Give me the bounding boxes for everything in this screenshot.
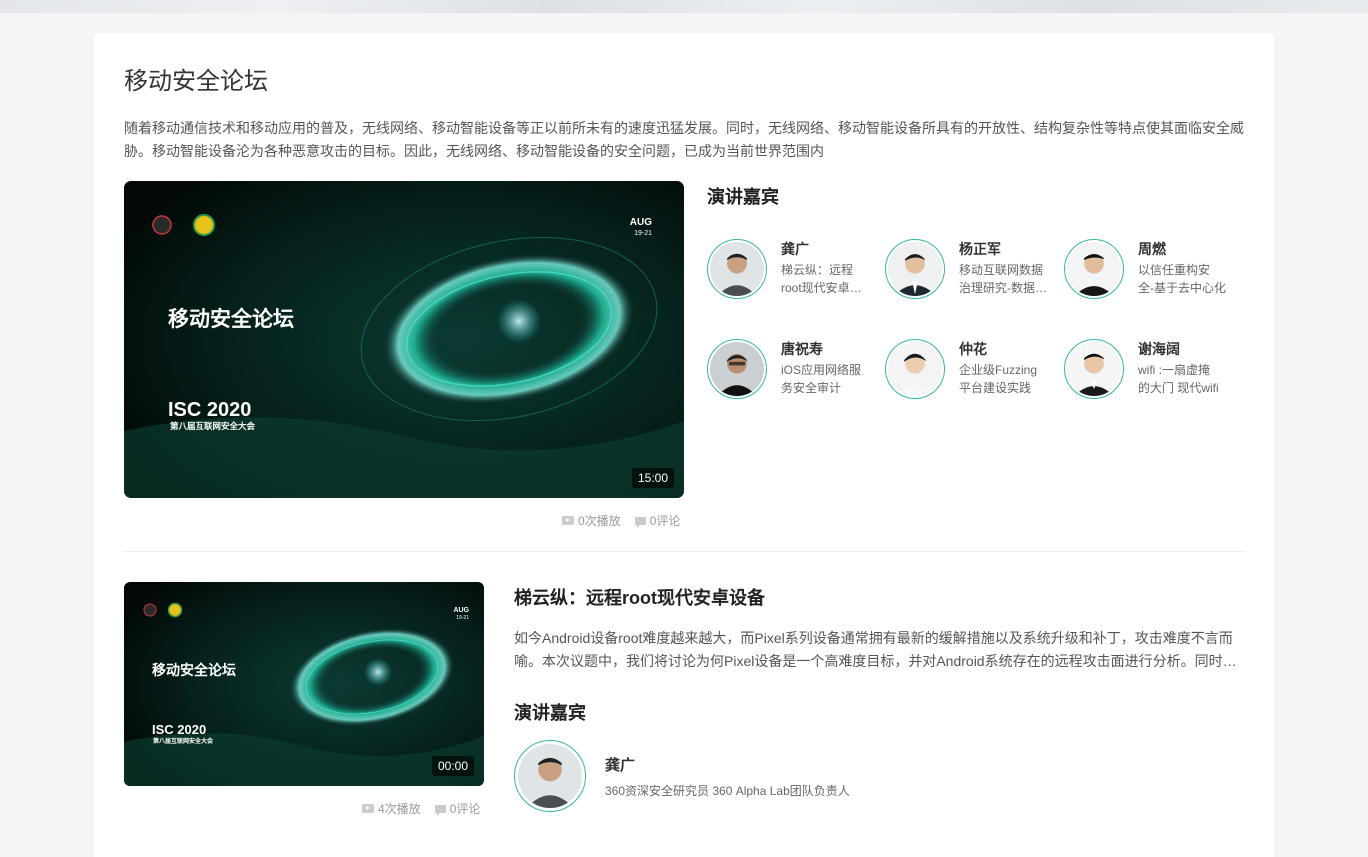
video-thumbnail: AUG 19-21 移动安全论坛 ISC 2020 第八届互联网安全大会 — [124, 181, 684, 498]
talk-speaker-card[interactable]: 龚广 360资深安全研究员 360 Alpha Lab团队负责人 — [514, 740, 1114, 812]
person-avatar-icon — [888, 242, 942, 296]
speaker-desc: 移动互联网数据治理研究-数据安全 — [959, 263, 1047, 295]
top-banner — [0, 0, 1368, 13]
speaker-name: 周燃 — [1138, 241, 1166, 257]
speaker-name: 仲花 — [959, 341, 987, 357]
comment-icon — [634, 516, 646, 528]
thumb-date-month: AUG — [453, 607, 469, 614]
person-avatar-icon — [518, 744, 582, 808]
thumb-date-days: 19-21 — [634, 230, 652, 237]
main-video-player[interactable]: AUG 19-21 移动安全论坛 ISC 2020 第八届互联网安全大会 15:… — [124, 181, 684, 498]
comment-count-label: 0评论 — [649, 514, 681, 528]
thumb-title: 移动安全论坛 — [152, 662, 236, 679]
thumb-title: 移动安全论坛 — [168, 307, 294, 331]
talk-video-stats: 4次播放 0评论 — [362, 800, 480, 817]
speaker-card[interactable]: 仲花 企业级Fuzzing 平台建设实践 — [885, 339, 1065, 401]
talk-description: 如今Android设备root难度越来越大，而Pixel系列设备通常拥有最新的缓… — [514, 630, 1244, 669]
talk-speakers-heading: 演讲嘉宾 — [514, 703, 586, 723]
avatar — [514, 740, 586, 812]
video-duration: 00:00 — [431, 756, 474, 776]
speaker-card[interactable]: 杨正军 移动互联网数据治理研究-数据安全 — [885, 239, 1065, 301]
comment-icon — [434, 804, 446, 816]
person-avatar-icon — [1067, 242, 1121, 296]
thumb-date-month: AUG — [630, 217, 652, 228]
speaker-card[interactable]: 龚广 梯云纵：远程 root现代安卓设备 — [707, 239, 887, 301]
video-thumbnail: AUG 19-21 移动安全论坛 ISC 2020 第八届互联网安全大会 — [124, 582, 484, 786]
avatar — [1064, 339, 1124, 399]
talk-video-player[interactable]: AUG 19-21 移动安全论坛 ISC 2020 第八届互联网安全大会 00:… — [124, 582, 484, 786]
thumb-event: ISC 2020 — [168, 399, 251, 421]
thumb-event-cn: 第八届互联网安全大会 — [152, 737, 214, 745]
speaker-name: 龚广 — [605, 757, 636, 774]
avatar — [707, 239, 767, 299]
thumb-event: ISC 2020 — [152, 722, 206, 737]
speaker-name: 唐祝寿 — [781, 341, 823, 357]
comment-count[interactable]: 0评论 — [434, 800, 481, 817]
speakers-heading: 演讲嘉宾 — [707, 187, 779, 207]
page-title: 移动安全论坛 — [124, 69, 268, 95]
speaker-desc: wifi :一扇虚掩 的大门 现代wifi — [1138, 363, 1219, 395]
avatar — [707, 339, 767, 399]
speaker-name: 谢海阔 — [1138, 341, 1180, 357]
comment-count-label: 0评论 — [449, 802, 481, 816]
play-count: 0次播放 — [562, 512, 621, 529]
speaker-desc: iOS应用网络服 务安全审计 — [781, 363, 862, 395]
speakers-grid: 龚广 梯云纵：远程root现代安卓设备 杨正军 移动互联网数据治理研究-数据安全… — [707, 239, 1247, 409]
video-duration: 15:00 — [631, 468, 674, 488]
speaker-card[interactable]: 谢海阔 wifi :一扇虚掩 的大门 现代wifi — [1064, 339, 1244, 401]
speaker-desc: 360资深安全研究员 360 Alpha Lab团队负责人 — [605, 784, 850, 798]
forum-card: 移动安全论坛 随着移动通信技术和移动应用的普及，无线网络、移动智能设备等正以前所… — [94, 33, 1274, 857]
talk-title[interactable]: 梯云纵：远程root现代安卓设备 — [514, 584, 765, 610]
avatar — [885, 339, 945, 399]
play-count-label: 0次播放 — [578, 514, 621, 528]
speaker-desc: 梯云纵：远程 root现代安卓设备 — [781, 263, 869, 295]
speaker-name: 龚广 — [781, 241, 809, 257]
person-avatar-icon — [710, 342, 764, 396]
speaker-card[interactable]: 唐祝寿 iOS应用网络服 务安全审计 — [707, 339, 887, 401]
divider — [124, 551, 1244, 552]
thumb-date-days: 19-21 — [456, 615, 469, 621]
speaker-name: 杨正军 — [959, 241, 1001, 257]
play-count-label: 4次播放 — [378, 802, 421, 816]
comment-count[interactable]: 0评论 — [634, 512, 681, 529]
speaker-card[interactable]: 周燃 以信任重构安 全-基于去中心化 — [1064, 239, 1244, 301]
forum-intro: 随着移动通信技术和移动应用的普及，无线网络、移动智能设备等正以前所未有的速度迅猛… — [124, 120, 1244, 159]
speaker-desc: 以信任重构安 全-基于去中心化 — [1138, 263, 1226, 295]
person-avatar-icon — [710, 242, 764, 296]
play-count-icon — [362, 804, 374, 813]
play-count: 4次播放 — [362, 800, 421, 817]
speaker-desc: 企业级Fuzzing 平台建设实践 — [959, 363, 1038, 395]
person-avatar-icon — [1067, 342, 1121, 396]
play-count-icon — [562, 516, 574, 525]
avatar — [885, 239, 945, 299]
avatar — [1064, 239, 1124, 299]
main-video-stats: 0次播放 0评论 — [562, 512, 680, 529]
person-avatar-icon — [888, 342, 942, 396]
thumb-event-cn: 第八届互联网安全大会 — [170, 421, 256, 432]
